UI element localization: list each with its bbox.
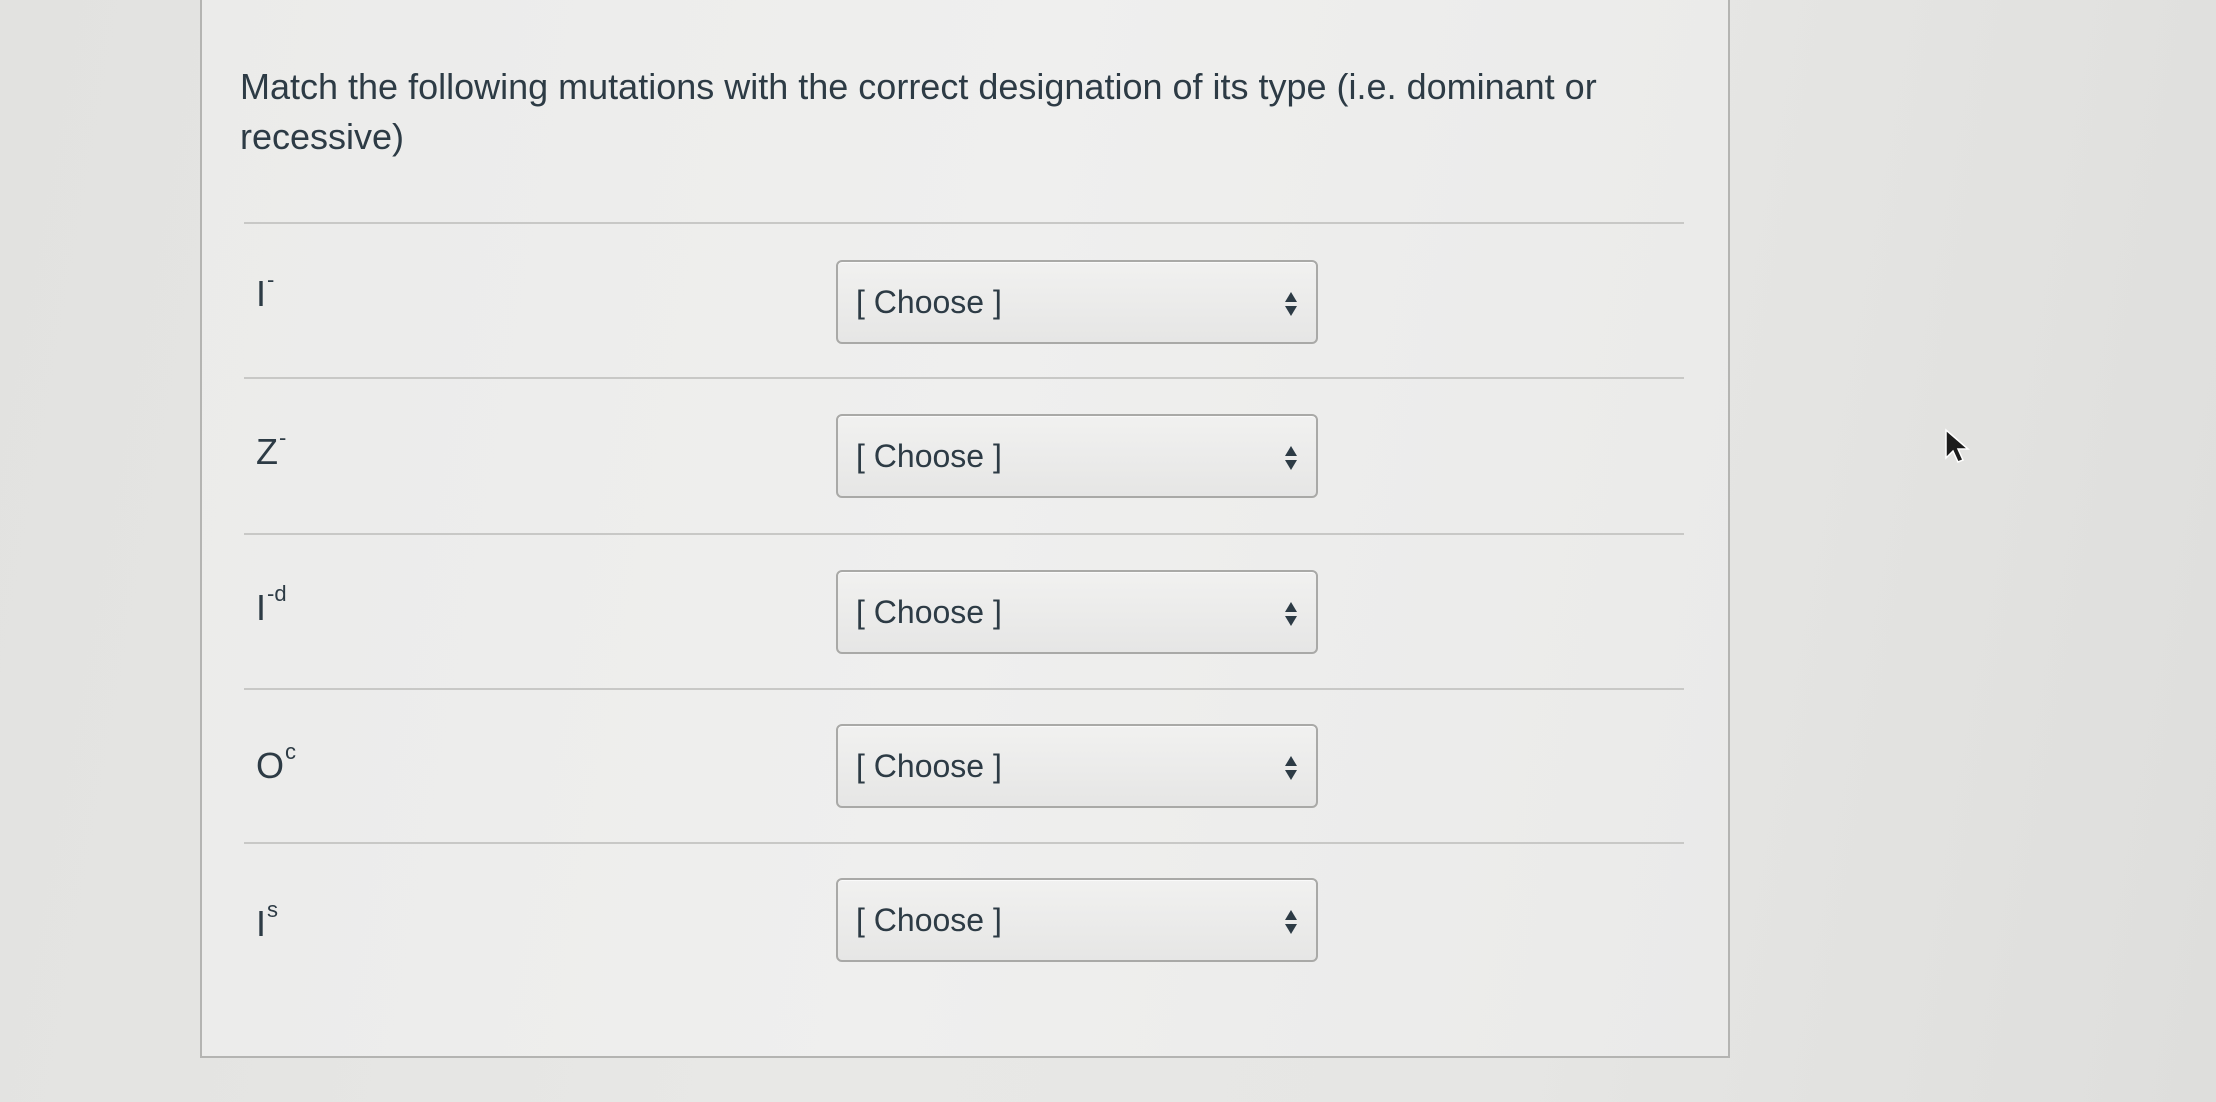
divider [244, 222, 1684, 224]
mutation-type-select-3[interactable]: [ Choose ] [836, 570, 1318, 654]
question-card: Match the following mutations with the c… [200, 0, 1730, 1058]
up-down-arrows-icon [1285, 602, 1297, 626]
mutation-label-3: I-d [256, 581, 287, 628]
up-down-arrows-icon [1285, 292, 1297, 316]
up-down-arrows-icon [1285, 756, 1297, 780]
up-down-arrows-icon [1285, 910, 1297, 934]
up-down-arrows-icon [1285, 446, 1297, 470]
select-value: [ Choose ] [856, 902, 1002, 938]
mutation-label-1: I- [256, 267, 275, 314]
divider [244, 688, 1684, 690]
select-value: [ Choose ] [856, 438, 1002, 474]
divider [244, 842, 1684, 844]
question-text: Match the following mutations with the c… [240, 66, 1597, 157]
mouse-pointer-icon [1945, 428, 1971, 463]
divider [244, 533, 1684, 535]
mutation-type-select-2[interactable]: [ Choose ] [836, 414, 1318, 498]
select-value: [ Choose ] [856, 284, 1002, 320]
select-value: [ Choose ] [856, 594, 1002, 630]
mutation-type-select-5[interactable]: [ Choose ] [836, 878, 1318, 962]
select-value: [ Choose ] [856, 748, 1002, 784]
divider [244, 377, 1684, 379]
mutation-type-select-4[interactable]: [ Choose ] [836, 724, 1318, 808]
mutation-label-5: Is [256, 897, 279, 944]
mutation-label-2: Z- [256, 425, 287, 472]
mutation-type-select-1[interactable]: [ Choose ] [836, 260, 1318, 344]
mutation-label-4: Oc [256, 739, 297, 786]
